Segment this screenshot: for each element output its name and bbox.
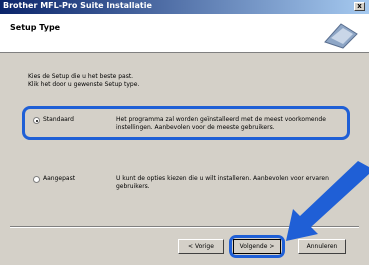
installer-window: Brother MFL-Pro Suite Installatie x Setu… (0, 0, 369, 265)
pointer-arrow-icon (286, 161, 369, 241)
